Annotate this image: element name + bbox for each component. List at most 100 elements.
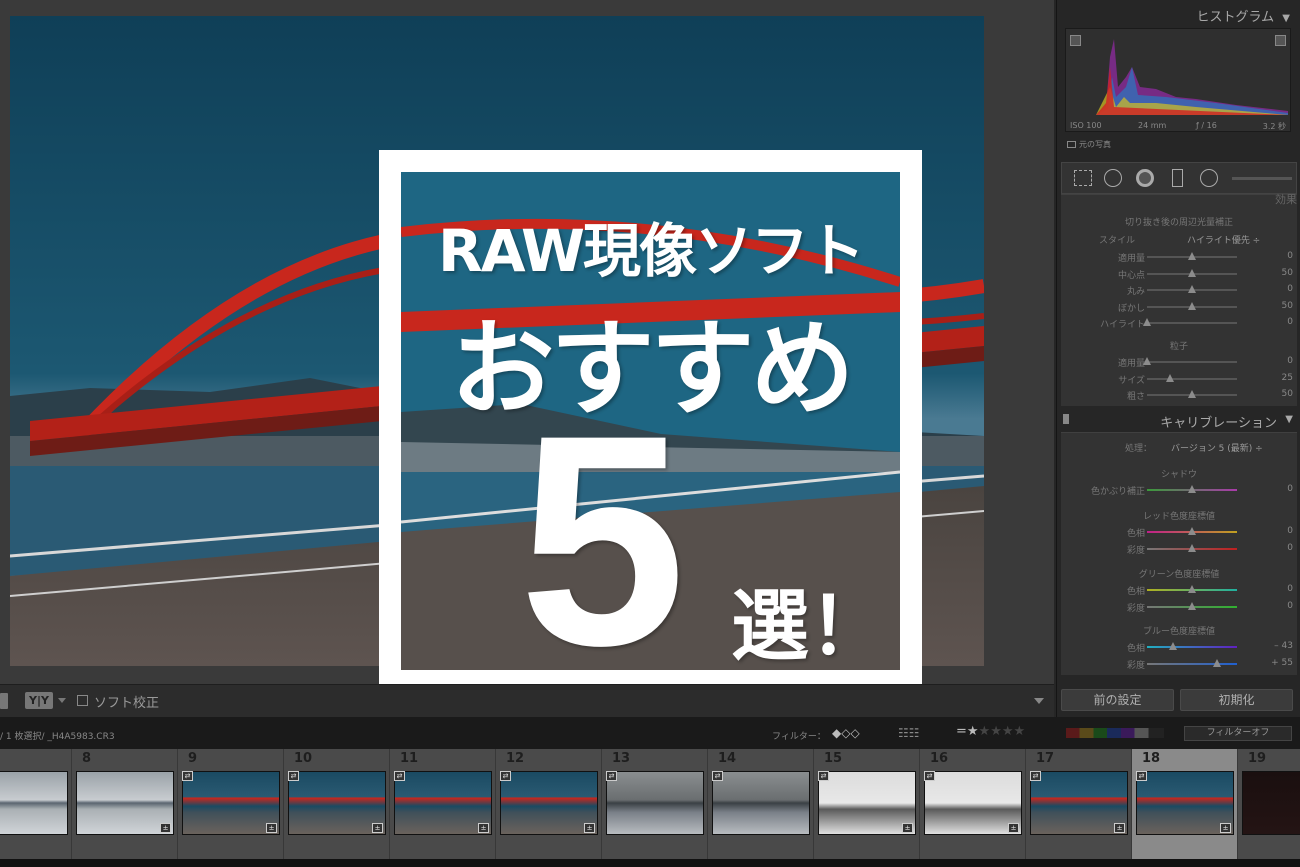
grain-slider-value[interactable]: 0	[1287, 356, 1293, 366]
calibration-header[interactable]: キャリブレーション ▼	[1061, 410, 1297, 431]
vignette-slider-handle[interactable]	[1188, 301, 1196, 310]
vignette-slider-value[interactable]: 0	[1287, 251, 1293, 261]
rating-filter-icon[interactable]: =★★★★★	[956, 724, 1025, 739]
grain-slider-value[interactable]: 25	[1282, 373, 1293, 383]
grain-slider[interactable]	[1147, 390, 1237, 398]
process-select[interactable]: バージョン 5 (最新) ÷	[1171, 441, 1263, 454]
reset-button[interactable]: 初期化	[1180, 689, 1293, 711]
before-after-button[interactable]: Y|Y	[25, 692, 53, 709]
grain-slider-handle[interactable]	[1165, 373, 1174, 382]
vignette-slider-handle[interactable]	[1143, 318, 1151, 326]
shadow-clipping-icon[interactable]	[1070, 35, 1081, 46]
shadow-tint-slider-row: 色かぶり補正 0	[1061, 483, 1297, 497]
thumbnail-image[interactable]	[0, 771, 68, 835]
filmstrip-thumbnail[interactable]: 16 ⇄ ±	[919, 749, 1025, 859]
blue-slider-value[interactable]: – 43	[1274, 641, 1293, 651]
vignette-slider-handle[interactable]	[1188, 252, 1196, 260]
thumbnail-image[interactable]	[606, 771, 704, 835]
red-slider[interactable]	[1147, 527, 1237, 535]
vignette-slider[interactable]	[1143, 318, 1237, 326]
filmstrip-thumbnail[interactable]: 14 ⇄	[707, 749, 813, 859]
vignette-slider-value[interactable]: 0	[1287, 317, 1293, 327]
blue-slider[interactable]	[1147, 659, 1237, 667]
green-slider[interactable]	[1147, 602, 1237, 610]
vignette-slider-value[interactable]: 50	[1282, 268, 1293, 278]
grain-slider-handle[interactable]	[1143, 357, 1151, 365]
edit-filter-icon[interactable]: ☷☷	[898, 726, 920, 740]
grain-slider[interactable]	[1147, 373, 1237, 382]
crop-icon[interactable]	[1074, 170, 1092, 186]
thumbnail-image[interactable]	[1242, 771, 1300, 835]
edited-badge-icon: ±	[266, 823, 277, 833]
collapse-icon[interactable]: ▼	[1285, 414, 1293, 425]
blue-slider[interactable]	[1147, 642, 1237, 650]
filmstrip-thumbnail[interactable]: 11 ⇄ ±	[389, 749, 495, 859]
filmstrip-thumbnail[interactable]: 10 ⇄ ±	[283, 749, 389, 859]
grain-slider-value[interactable]: 50	[1282, 389, 1293, 399]
blue-slider-label: 彩度	[1126, 661, 1145, 671]
vignette-slider[interactable]	[1147, 285, 1237, 293]
red-slider-value[interactable]: 0	[1287, 543, 1293, 553]
green-slider-value[interactable]: 0	[1287, 584, 1293, 594]
filmstrip-thumbnail[interactable]: 18 ⇄ ±	[1131, 749, 1237, 859]
filmstrip-thumbnail[interactable]: 15 ⇄ ±	[813, 749, 919, 859]
histogram-title[interactable]: ヒストグラム	[1197, 10, 1275, 25]
radial-filter-icon[interactable]	[1200, 169, 1218, 187]
vignette-slider-value[interactable]: 0	[1287, 284, 1293, 294]
blue-slider-value[interactable]: + 55	[1271, 658, 1293, 668]
view-mode-icon[interactable]	[0, 693, 8, 709]
virtual-copy-icon: ⇄	[288, 771, 299, 781]
filmstrip-thumbnail[interactable]: 8 ±	[71, 749, 177, 859]
brush-slider[interactable]	[1232, 177, 1292, 180]
file-path[interactable]: / 1 枚選択/ _H4A5983.CR3	[0, 729, 115, 742]
red-slider[interactable]	[1147, 544, 1237, 552]
previous-settings-button[interactable]: 前の設定	[1061, 689, 1174, 711]
grain-slider[interactable]	[1143, 357, 1237, 365]
grain-slider-handle[interactable]	[1188, 390, 1196, 398]
filmstrip-thumbnail[interactable]: 13 ⇄	[601, 749, 707, 859]
thumbnail-number: 14	[718, 751, 737, 766]
blue-slider-handle[interactable]	[1213, 659, 1222, 667]
vignette-slider-handle[interactable]	[1188, 285, 1196, 293]
red-slider-handle[interactable]	[1188, 527, 1196, 535]
virtual-copy-icon: ⇄	[394, 771, 405, 781]
color-label-filter[interactable]	[1066, 728, 1164, 738]
collapse-icon[interactable]: ▼	[1282, 13, 1290, 24]
vignette-slider-handle[interactable]	[1188, 268, 1196, 277]
filmstrip-thumbnail[interactable]: 17 ⇄ ±	[1025, 749, 1131, 859]
filmstrip-thumbnail[interactable]: 19	[1237, 749, 1300, 859]
red-eye-icon[interactable]	[1136, 169, 1154, 187]
filmstrip-thumbnail[interactable]: 9 ⇄ ±	[177, 749, 283, 859]
chevron-down-icon[interactable]	[58, 698, 66, 703]
blue-title: ブルー色度座標値	[1142, 627, 1215, 637]
flag-filter-icon[interactable]: ◆◇◇	[832, 726, 860, 740]
thumbnail-number: 17	[1036, 751, 1055, 766]
vignette-slider-value[interactable]: 50	[1282, 301, 1293, 311]
filmstrip-thumbnail[interactable]: 12 ⇄ ±	[495, 749, 601, 859]
soft-proof-checkbox[interactable]	[77, 695, 88, 706]
green-slider-value[interactable]: 0	[1287, 601, 1293, 611]
green-slider-handle[interactable]	[1188, 602, 1196, 610]
green-slider-label: 色相	[1126, 587, 1145, 597]
filmstrip-thumbnail[interactable]	[0, 749, 71, 859]
style-select[interactable]: ハイライト優先 ÷	[1187, 233, 1260, 246]
green-slider[interactable]	[1147, 585, 1237, 593]
toolbar-menu-icon[interactable]	[1034, 698, 1044, 704]
red-slider-handle[interactable]	[1188, 544, 1196, 552]
filter-off-select[interactable]: フィルターオフ	[1184, 726, 1292, 741]
vignette-slider[interactable]	[1147, 268, 1237, 277]
vignette-slider[interactable]	[1147, 301, 1237, 310]
shadow-tint-slider-handle[interactable]	[1188, 485, 1196, 493]
shadow-tint-slider-value[interactable]: 0	[1287, 484, 1293, 494]
original-photo-checkbox[interactable]	[1067, 141, 1076, 148]
thumbnail-image[interactable]	[712, 771, 810, 835]
green-slider-handle[interactable]	[1188, 585, 1196, 593]
spot-removal-icon[interactable]	[1104, 169, 1122, 187]
graduated-filter-icon[interactable]	[1172, 169, 1183, 187]
red-slider-value[interactable]: 0	[1287, 526, 1293, 536]
vignette-slider[interactable]	[1147, 252, 1237, 260]
shadow-tint-slider[interactable]	[1147, 485, 1237, 493]
blue-slider-handle[interactable]	[1169, 642, 1178, 650]
histogram[interactable]: ISO 100 24 mm ƒ / 16 3.2 秒	[1065, 28, 1291, 132]
panel-toggle-icon[interactable]	[1063, 414, 1069, 424]
